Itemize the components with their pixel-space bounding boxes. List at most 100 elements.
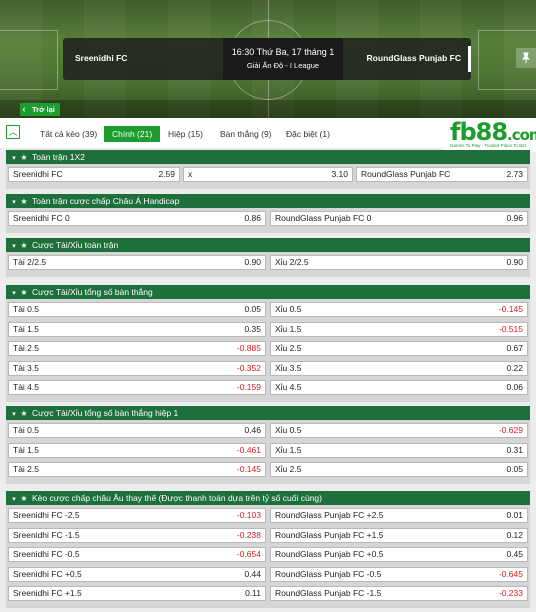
odds-value: 0.31 [506,444,523,455]
odds-label: Sreenidhi FC [13,169,63,179]
odds-cell[interactable]: Tài 0.5 0.46 [8,423,266,438]
star-icon[interactable]: ★ [19,492,29,506]
odds-value: -0.645 [498,568,523,579]
odds-cell[interactable]: Tài 1.5 -0.461 [8,442,266,458]
pin-icon[interactable] [516,48,536,68]
league-name: Giải Ấn Độ - I League [246,61,320,70]
odds-value: 0.67 [506,343,523,354]
odds-cell[interactable]: Sreenidhi FC +0.5 0.44 [8,566,266,582]
odds-cell[interactable]: Xỉu 2.5 0.05 [270,462,528,478]
odds-value: -0.654 [236,549,261,560]
odds-label: Xỉu 4.5 [275,382,302,393]
match-card: Sreenidhi FC 16:30 Thứ Ba, 17 tháng 1 Gi… [63,38,471,80]
odds-label: RoundGlass Punjab FC 0 [275,213,372,223]
market-section-header[interactable]: ▾ ★ Kèo cược chấp châu Âu thay thế (Được t… [6,491,530,505]
odds-value: -0.159 [236,382,261,393]
odds-label: Tài 0.5 [13,425,39,435]
odds-cell[interactable]: Tài 0.5 0.05 [8,302,266,317]
odds-value: 0.35 [244,323,261,334]
market-section-header[interactable]: ▾ ★ Cược Tài/Xỉu tổng số bàn thắng hiệp 1 [6,406,530,420]
match-header: Sreenidhi FC 16:30 Thứ Ba, 17 tháng 1 Gi… [0,0,536,118]
market-section-header[interactable]: ▾ ★ Toàn trận 1X2 [6,150,530,164]
odds-cell[interactable]: RoundGlass Punjab FC 2.73 [356,167,528,182]
market-section-title: Cược Tài/Xỉu tổng số bàn thắng hiệp 1 [32,408,179,418]
odds-cell[interactable]: Xỉu 2/2.5 0.90 [270,255,528,270]
tab-special[interactable]: Đặc biệt (1) [278,126,338,142]
star-icon[interactable]: ★ [19,407,29,421]
tab-main[interactable]: Chính (21) [104,126,161,142]
odds-cell[interactable]: Xỉu 0.5 -0.145 [270,302,528,317]
odds-label: Xỉu 3.5 [275,362,302,373]
chevron-left-icon: ‹ [22,104,26,114]
odds-cell[interactable]: Xỉu 4.5 0.06 [270,380,528,396]
odds-cell[interactable]: Xỉu 0.5 -0.629 [270,423,528,438]
market-section-title: Toàn trận 1X2 [32,152,85,162]
odds-value: 0.05 [244,304,261,314]
star-icon[interactable]: ★ [19,239,29,253]
odds-cell[interactable]: Tài 2.5 -0.885 [8,341,266,357]
odds-cell[interactable]: RoundGlass Punjab FC -1.5 -0.233 [270,586,528,602]
odds-value: 0.12 [506,529,523,540]
star-icon[interactable]: ★ [19,195,29,209]
tab-half[interactable]: Hiệp (15) [160,126,211,142]
odds-value: -0.103 [236,510,261,520]
away-team-indicator [468,46,471,72]
odds-cell[interactable]: RoundGlass Punjab FC -0.5 -0.645 [270,566,528,582]
odds-cell[interactable]: Tài 2.5 -0.145 [8,462,266,478]
odds-cell[interactable]: Xỉu 1.5 -0.515 [270,321,528,337]
odds-label: RoundGlass Punjab FC +2.5 [275,510,384,520]
market-section-header[interactable]: ▾ ★ Toàn trận cược chấp Châu Á Handicap [6,194,530,208]
odds-label: Sreenidhi FC -0.5 [13,549,80,560]
odds-cell[interactable]: Tài 1.5 0.35 [8,321,266,337]
brand-logo: fb88.com Games To Play · Trusted Place T… [444,118,536,152]
odds-value: 0.45 [506,549,523,560]
odds-cell[interactable]: Xỉu 1.5 0.31 [270,442,528,458]
market-section-header[interactable]: ▾ ★ Cược Tài/Xỉu tổng số bàn thắng [6,285,530,299]
odds-value: 0.90 [506,257,523,267]
odds-value: 2.59 [158,169,175,179]
chevron-up-icon[interactable]: ︿ [6,125,20,139]
market-section-title: Cược Tài/Xỉu tổng số bàn thắng [32,287,153,297]
odds-cell[interactable]: Sreenidhi FC -0.5 -0.654 [8,547,266,563]
odds-label: Xỉu 2.5 [275,464,302,475]
market-section-header[interactable]: ▾ ★ Cược Tài/Xỉu toàn trận [6,238,530,252]
odds-cell[interactable]: Tài 2/2.5 0.90 [8,255,266,270]
odds-cell[interactable]: Tài 4.5 -0.159 [8,380,266,396]
odds-cell[interactable]: RoundGlass Punjab FC 0 0.96 [270,211,528,226]
logo-text: fb88 [450,118,508,146]
odds-cell[interactable]: Sreenidhi FC -1.5 -0.238 [8,527,266,543]
odds-label: RoundGlass Punjab FC -1.5 [275,588,382,599]
odds-value: 3.10 [331,169,348,179]
tab-goals[interactable]: Bàn thắng (9) [212,126,280,142]
odds-label: Tài 0.5 [13,304,39,314]
odds-cell[interactable]: RoundGlass Punjab FC +1.5 0.12 [270,527,528,543]
odds-cell[interactable]: x 3.10 [183,167,353,182]
tab-all[interactable]: Tất cả kèo (39) [32,126,105,142]
odds-cell[interactable]: RoundGlass Punjab FC +0.5 0.45 [270,547,528,563]
odds-label: Sreenidhi FC +1.5 [13,588,82,599]
logo-suffix: .com [507,126,536,144]
odds-value: -0.233 [498,588,523,599]
odds-cell[interactable]: Sreenidhi FC -2.5 -0.103 [8,508,266,523]
odds-cell[interactable]: Sreenidhi FC +1.5 0.11 [8,586,266,602]
odds-cell[interactable]: Sreenidhi FC 2.59 [8,167,180,182]
odds-cell[interactable]: RoundGlass Punjab FC +2.5 0.01 [270,508,528,523]
odds-label: Tài 2.5 [13,464,39,475]
odds-label: Sreenidhi FC +0.5 [13,568,82,579]
odds-label: Sreenidhi FC -1.5 [13,529,80,540]
star-icon[interactable]: ★ [19,286,29,300]
odds-value: 0.96 [506,213,523,223]
odds-value: -0.629 [498,425,523,435]
back-button-label: Trở lại [32,105,55,114]
odds-cell[interactable]: Xỉu 3.5 0.22 [270,360,528,376]
odds-cell[interactable]: Sreenidhi FC 0 0.86 [8,211,266,226]
back-bar [0,100,536,118]
back-button[interactable]: ‹ Trở lại [20,103,60,116]
star-icon[interactable]: ★ [19,151,29,165]
odds-cell[interactable]: Tài 3.5 -0.352 [8,360,266,376]
odds-label: x [188,169,193,179]
odds-label: Xỉu 0.5 [275,304,302,314]
odds-value: -0.145 [498,304,523,314]
odds-cell[interactable]: Xỉu 2.5 0.67 [270,341,528,357]
odds-label: Xỉu 2/2.5 [275,257,309,267]
